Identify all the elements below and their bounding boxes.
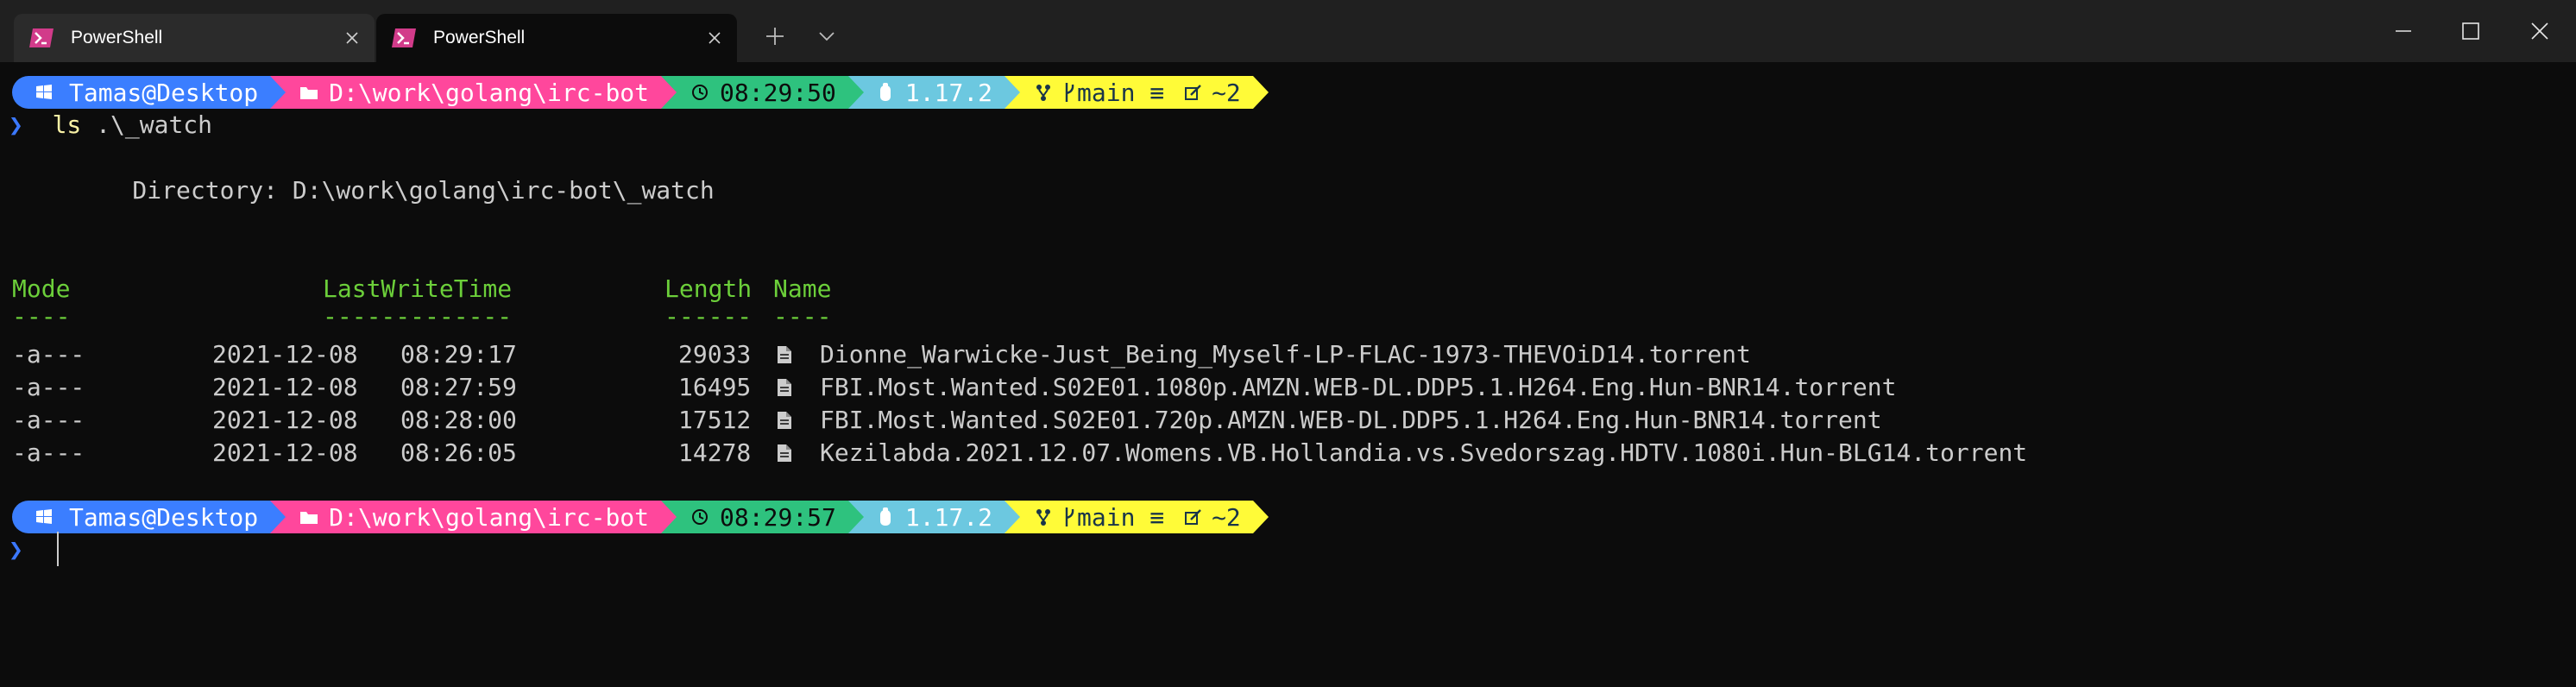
edit-icon [1185,509,1201,525]
minimize-icon[interactable] [2367,0,2440,62]
prompt-time: 08:29:57 [720,502,836,532]
close-tab-icon[interactable] [335,21,369,55]
prompt-line: Tamas@Desktop D:\work\golang\irc-bot 08:… [12,501,1269,533]
row-date: 2021-12-08 [212,438,358,467]
row-time: 08:28:00 [400,406,517,434]
prompt-path-segment: D:\work\golang\irc-bot [270,501,677,533]
powershell-icon [29,28,54,48]
row-mode: -a--- [12,406,85,434]
prompt-time-segment: 08:29:57 [661,501,864,533]
prompt-version-segment: 1.17.2 [847,76,1021,109]
close-tab-icon[interactable] [697,21,732,55]
column-underline-mode: ---- [12,302,71,331]
prompt-chevron: ❯ [9,110,23,139]
tab-powershell-1[interactable]: PowerShell [14,14,375,62]
maximize-icon[interactable] [2434,0,2507,62]
row-time: 08:29:17 [400,340,517,369]
prompt-git-branch: main ≡ [1077,502,1180,532]
table-row: -a--- 2021-12-08 08:28:00 17512 FBI.Most.Wan… [12,404,2515,437]
prompt-git-segment: main ≡ ~2 [1005,501,1269,533]
file-icon [778,346,791,363]
column-underline-lastwritetime: ------------- [323,302,513,331]
golang-icon [879,507,891,526]
prompt-path: D:\work\golang\irc-bot [329,78,650,107]
row-length: 14278 [678,438,752,467]
row-mode: -a--- [12,438,85,467]
row-length: 29033 [678,340,752,369]
tab-label: PowerShell [433,28,526,47]
prompt-chevron: ❯ [9,535,23,564]
prompt-version: 1.17.2 [904,502,993,532]
row-date: 2021-12-08 [212,340,358,369]
file-icon [778,379,791,396]
prompt-git-changes: ~2 [1212,502,1241,532]
table-row: -a--- 2021-12-08 08:27:59 16495 FBI.Most.Wan… [12,371,2515,404]
prompt-git-changes: ~2 [1212,78,1241,107]
prompt-user: Tamas@Desktop [69,78,259,107]
branch-icon [1065,83,1074,102]
title-bar: PowerShell PowerShell [0,0,2576,62]
row-time: 08:26:05 [400,438,517,467]
table-row: -a--- 2021-12-08 08:29:17 29033 Dionne_Warwi… [12,338,2515,371]
folder-icon [300,87,318,99]
terminal-output[interactable]: Tamas@Desktop D:\work\golang\irc-bot 08:… [0,62,2576,687]
row-time: 08:27:59 [400,373,517,401]
row-date: 2021-12-08 [212,373,358,401]
row-filename: Dionne_Warwicke-Just_Being_Myself-LP-FLA… [820,340,1751,369]
tab-powershell-2[interactable]: PowerShell [376,14,737,62]
prompt-git-branch: main ≡ [1077,78,1180,107]
prompt-user: Tamas@Desktop [69,502,259,532]
directory-label: Directory: D:\work\golang\irc-bot\_watch [74,176,715,205]
prompt-user-segment: Tamas@Desktop [12,501,287,533]
row-mode: -a--- [12,373,85,401]
prompt-line: Tamas@Desktop D:\work\golang\irc-bot 08:… [12,76,1269,109]
prompt-version: 1.17.2 [904,78,993,107]
windows-icon [36,509,52,524]
file-icon [778,444,791,462]
prompt-version-segment: 1.17.2 [847,501,1021,533]
folder-icon [300,512,318,524]
row-length: 16495 [678,373,752,401]
command-line: ❯ ls .\_watch [9,109,212,142]
prompt-path: D:\work\golang\irc-bot [329,502,650,532]
prompt-user-segment: Tamas@Desktop [12,76,287,109]
clock-icon [692,509,709,525]
clock-icon [692,85,709,100]
git-icon [1036,509,1051,526]
prompt-path-segment: D:\work\golang\irc-bot [270,76,677,109]
row-length: 17512 [678,406,752,434]
close-icon[interactable] [2504,0,2576,62]
windows-icon [36,85,52,99]
file-icon [778,412,791,429]
row-mode: -a--- [12,340,85,369]
column-underline-length: ------ [664,302,753,331]
tab-label: PowerShell [71,28,163,47]
golang-icon [879,83,891,101]
command-name: ls [52,110,82,139]
plus-icon[interactable] [751,16,799,57]
input-line[interactable]: ❯ [9,533,23,566]
column-underline-name: ---- [773,302,832,331]
text-cursor [57,532,59,566]
prompt-git-segment: main ≡ ~2 [1005,76,1269,109]
table-row: -a--- 2021-12-08 08:26:05 14278 Kezilabda.20… [12,437,2515,470]
branch-icon [1065,507,1074,526]
git-icon [1036,85,1051,101]
prompt-time-segment: 08:29:50 [661,76,864,109]
row-filename: Kezilabda.2021.12.07.Womens.VB.Hollandia… [820,438,2028,467]
edit-icon [1185,85,1201,100]
prompt-time: 08:29:50 [720,78,836,107]
command-args: .\_watch [81,110,213,139]
row-date: 2021-12-08 [212,406,358,434]
row-filename: FBI.Most.Wanted.S02E01.720p.AMZN.WEB-DL.… [820,406,1882,434]
row-filename: FBI.Most.Wanted.S02E01.1080p.AMZN.WEB-DL… [820,373,1897,401]
powershell-icon [392,28,416,48]
chevron-down-icon[interactable] [803,16,851,57]
